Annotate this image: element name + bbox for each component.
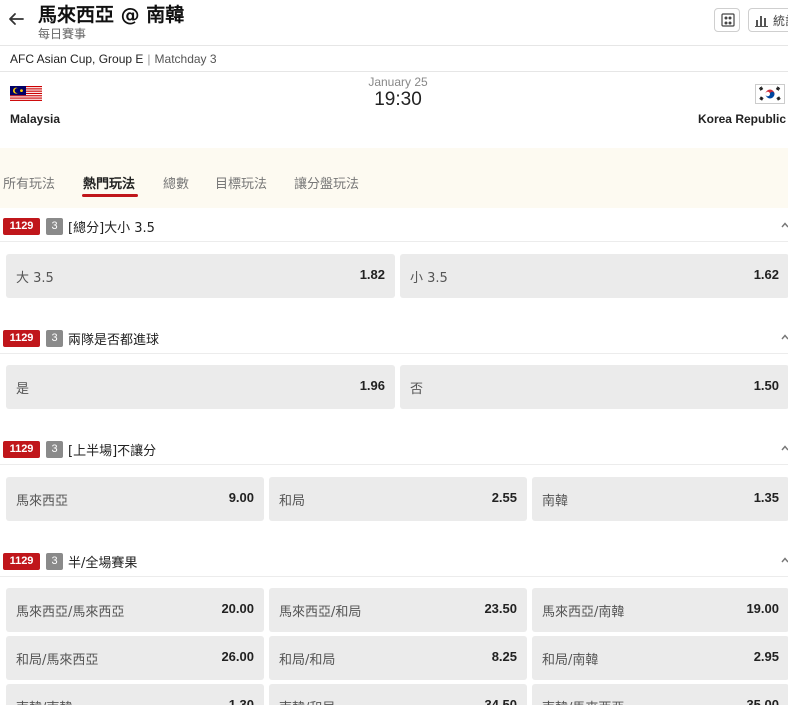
odds-button[interactable]: 小 3.5 1.62 — [400, 254, 788, 298]
odds-price: 19.00 — [746, 601, 779, 616]
odds-button[interactable]: 馬來西亞/南韓 19.00 — [532, 588, 788, 632]
stats-button[interactable]: 統計 — [748, 8, 788, 32]
lineup-button[interactable] — [714, 8, 740, 32]
tab-all-markets[interactable]: 所有玩法 — [3, 173, 55, 192]
odds-price: 35.00 — [746, 697, 779, 705]
odds-price: 1.96 — [359, 378, 385, 393]
odds-button[interactable]: 南韓 1.35 — [532, 477, 788, 521]
league-info: AFC Asian Cup, Group E | Matchday 3 — [10, 52, 217, 66]
tab-popular[interactable]: 熱門玩法 — [83, 173, 135, 192]
market-title: [總分]大小 3.5 — [68, 221, 155, 236]
chevron-up-icon[interactable] — [781, 221, 788, 229]
selection-label: 和局/馬來西亞 — [16, 653, 99, 668]
market-header[interactable]: 1129 3 兩隊是否都進球 — [0, 323, 788, 353]
selection-label: 南韓 — [542, 494, 569, 509]
odds-button[interactable]: 南韓/和局 34.50 — [269, 684, 527, 705]
selection-label: 南韓/馬來西亞 — [542, 697, 624, 705]
selection-label: 馬來西亞/和局 — [279, 605, 362, 620]
selection-label: 馬來西亞/南韓 — [542, 605, 625, 620]
odds-price: 1.82 — [359, 267, 385, 282]
odds-button[interactable]: 馬來西亞/和局 23.50 — [269, 588, 527, 632]
odds-button[interactable]: 和局/和局 8.25 — [269, 636, 527, 680]
tab-handicap[interactable]: 讓分盤玩法 — [294, 173, 359, 192]
korea-flag-icon — [755, 84, 785, 104]
league-separator: | — [147, 52, 151, 66]
market-divider — [0, 353, 788, 354]
league-divider — [0, 71, 788, 72]
selection-label: 南韓/南韓 — [16, 697, 72, 705]
bar-chart-icon — [755, 16, 768, 27]
market-tabs: 所有玩法 熱門玩法 總數 目標玩法 讓分盤玩法 — [0, 148, 788, 208]
selection-label: 馬來西亞 — [16, 494, 69, 509]
market-title: 兩隊是否都進球 — [68, 333, 160, 348]
market-code-badge: 1129 — [3, 441, 40, 458]
selection-label: 馬來西亞/馬來西亞 — [16, 605, 125, 620]
market-header[interactable]: 1129 3 [上半場]不讓分 — [0, 434, 788, 464]
odds-price: 34.50 — [484, 697, 517, 705]
stats-label: 統計 — [773, 14, 788, 28]
selection-label: 否 — [410, 382, 424, 397]
odds-price: 8.25 — [491, 649, 517, 664]
tab-totals[interactable]: 總數 — [163, 173, 189, 192]
odds-button[interactable]: 大 3.5 1.82 — [6, 254, 395, 298]
chevron-up-icon[interactable] — [781, 444, 788, 452]
odds-price: 2.55 — [491, 490, 517, 505]
odds-price: 2.95 — [753, 649, 779, 664]
odds-price: 26.00 — [221, 649, 254, 664]
market-title: [上半場]不讓分 — [68, 444, 157, 459]
market-code-badge: 1129 — [3, 553, 40, 570]
league-name: AFC Asian Cup, Group E — [10, 52, 144, 66]
odds-price: 1.50 — [753, 378, 779, 393]
market-code-badge: 1129 — [3, 218, 40, 235]
tab-goals[interactable]: 目標玩法 — [215, 173, 267, 192]
market-count-badge: 3 — [46, 553, 63, 570]
selection-label: 和局/和局 — [279, 653, 336, 668]
odds-button[interactable]: 南韓/馬來西亞 35.00 — [532, 684, 788, 705]
selection-label: 和局/南韓 — [542, 653, 599, 668]
market-code-badge: 1129 — [3, 330, 40, 347]
market-divider — [0, 241, 788, 242]
selection-label: 小 3.5 — [410, 271, 448, 286]
market-count-badge: 3 — [46, 441, 63, 458]
market-divider — [0, 576, 788, 577]
lineup-icon — [721, 13, 735, 27]
match-date: January 25 — [368, 75, 428, 89]
back-arrow-icon[interactable] — [7, 10, 25, 28]
away-team-name: Korea Republic — [697, 112, 786, 126]
header-divider — [0, 45, 788, 46]
matchday: Matchday 3 — [154, 52, 217, 66]
market-title: 半/全場賽果 — [68, 556, 138, 571]
page-title: 馬來西亞 @ 南韓 — [38, 4, 185, 26]
odds-price: 1.35 — [753, 490, 779, 505]
odds-button[interactable]: 和局/南韓 2.95 — [532, 636, 788, 680]
active-tab-indicator — [82, 194, 138, 197]
odds-button[interactable]: 和局/馬來西亞 26.00 — [6, 636, 264, 680]
chevron-up-icon[interactable] — [781, 556, 788, 564]
odds-price: 1.30 — [228, 697, 254, 705]
market-count-badge: 3 — [46, 218, 63, 235]
market-count-badge: 3 — [46, 330, 63, 347]
selection-label: 南韓/和局 — [279, 697, 335, 705]
selection-label: 是 — [16, 382, 30, 397]
page-subtitle: 每日賽事 — [38, 27, 87, 41]
odds-button[interactable]: 和局 2.55 — [269, 477, 527, 521]
odds-price: 1.62 — [753, 267, 779, 282]
odds-button[interactable]: 是 1.96 — [6, 365, 395, 409]
home-team-name: Malaysia — [10, 112, 61, 126]
selection-label: 和局 — [279, 494, 306, 509]
selection-label: 大 3.5 — [16, 271, 54, 286]
market-header[interactable]: 1129 3 [總分]大小 3.5 — [0, 211, 788, 241]
market-header[interactable]: 1129 3 半/全場賽果 — [0, 546, 788, 576]
match-time: 19:30 — [374, 89, 422, 110]
odds-button[interactable]: 馬來西亞 9.00 — [6, 477, 264, 521]
odds-button[interactable]: 馬來西亞/馬來西亞 20.00 — [6, 588, 264, 632]
odds-price: 23.50 — [484, 601, 517, 616]
odds-button[interactable]: 否 1.50 — [400, 365, 788, 409]
chevron-up-icon[interactable] — [781, 333, 788, 341]
top-bar: 馬來西亞 @ 南韓 每日賽事 統計 — [0, 0, 788, 44]
market-divider — [0, 464, 788, 465]
odds-button[interactable]: 南韓/南韓 1.30 — [6, 684, 264, 705]
odds-price: 9.00 — [228, 490, 254, 505]
odds-price: 20.00 — [221, 601, 254, 616]
